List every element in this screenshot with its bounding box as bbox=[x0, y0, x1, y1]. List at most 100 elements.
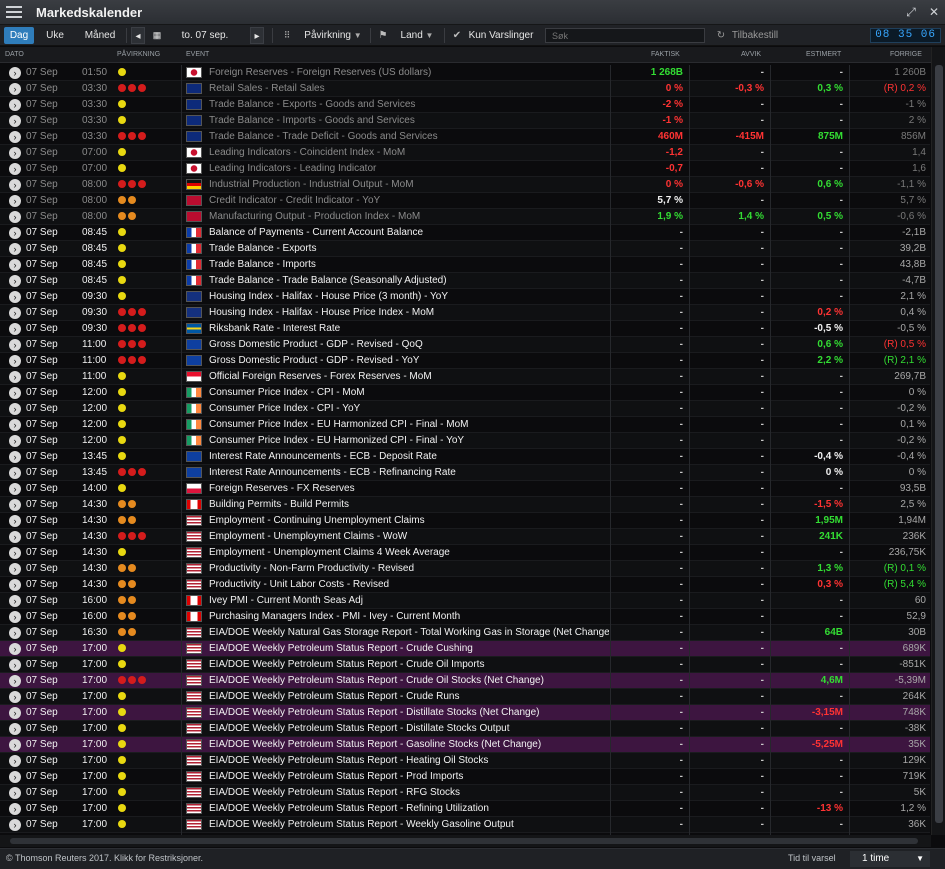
event-name[interactable]: EIA/DOE Weekly Petroleum Status Report -… bbox=[209, 787, 609, 799]
vertical-scrollbar[interactable] bbox=[931, 47, 945, 835]
table-row[interactable]: › 07 Sep 16:00 Purchasing Managers Index - … bbox=[0, 609, 930, 625]
table-row[interactable]: › 07 Sep 01:50 Foreign Reserves - Foreign R… bbox=[0, 65, 930, 81]
expand-arrow-icon[interactable]: › bbox=[9, 755, 21, 767]
event-name[interactable]: Riksbank Rate - Interest Rate bbox=[209, 323, 609, 335]
expand-arrow-icon[interactable]: › bbox=[9, 403, 21, 415]
expand-arrow-icon[interactable]: › bbox=[9, 67, 21, 79]
expand-arrow-icon[interactable]: › bbox=[9, 643, 21, 655]
event-name[interactable]: Trade Balance - Trade Deficit - Goods an… bbox=[209, 131, 609, 143]
table-row[interactable]: › 07 Sep 11:00 Official Foreign Reserves - … bbox=[0, 369, 930, 385]
event-name[interactable]: Balance of Payments - Current Account Ba… bbox=[209, 227, 609, 239]
table-row[interactable]: › 07 Sep 09:30 Housing Index - Halifax - Ho… bbox=[0, 305, 930, 321]
table-row[interactable]: › 07 Sep 09:30 Housing Index - Halifax - Ho… bbox=[0, 289, 930, 305]
tab-day[interactable]: Dag bbox=[4, 27, 34, 44]
table-row[interactable]: › 07 Sep 17:00 EIA/DOE Weekly Petroleum Sta… bbox=[0, 769, 930, 785]
event-name[interactable]: Building Permits - Build Permits bbox=[209, 499, 609, 511]
table-row[interactable]: › 07 Sep 17:00 EIA/DOE Weekly Petroleum Sta… bbox=[0, 689, 930, 705]
table-row[interactable]: › 07 Sep 08:45 Balance of Payments - Curren… bbox=[0, 225, 930, 241]
col-date[interactable]: DATO bbox=[5, 51, 24, 58]
reset-button[interactable]: Tilbakestill bbox=[730, 27, 780, 44]
table-row[interactable]: › 07 Sep 12:00 Consumer Price Index - CPI -… bbox=[0, 385, 930, 401]
col-event[interactable]: EVENT bbox=[186, 51, 209, 58]
event-name[interactable]: EIA/DOE Weekly Petroleum Status Report -… bbox=[209, 771, 609, 783]
expand-arrow-icon[interactable]: › bbox=[9, 563, 21, 575]
table-row[interactable]: › 07 Sep 13:45 Interest Rate Announcements … bbox=[0, 449, 930, 465]
event-name[interactable]: EIA/DOE Weekly Petroleum Status Report -… bbox=[209, 659, 609, 671]
expand-arrow-icon[interactable]: › bbox=[9, 275, 21, 287]
col-deviation[interactable]: AVVIK bbox=[741, 51, 761, 58]
tab-month[interactable]: Måned bbox=[78, 27, 122, 44]
table-row[interactable]: › 07 Sep 03:30 Trade Balance - Imports - Go… bbox=[0, 113, 930, 129]
event-name[interactable]: Consumer Price Index - CPI - MoM bbox=[209, 387, 609, 399]
col-estimate[interactable]: ESTIMERT bbox=[806, 51, 841, 58]
event-name[interactable]: Productivity - Unit Labor Costs - Revise… bbox=[209, 579, 609, 591]
expand-arrow-icon[interactable]: › bbox=[9, 259, 21, 271]
expand-arrow-icon[interactable]: › bbox=[9, 483, 21, 495]
expand-arrow-icon[interactable]: › bbox=[9, 307, 21, 319]
event-name[interactable]: EIA/DOE Weekly Natural Gas Storage Repor… bbox=[209, 627, 609, 639]
expand-arrow-icon[interactable]: › bbox=[9, 547, 21, 559]
event-name[interactable]: Interest Rate Announcements - ECB - Refi… bbox=[209, 467, 609, 479]
table-row[interactable]: › 07 Sep 12:00 Consumer Price Index - CPI -… bbox=[0, 401, 930, 417]
expand-arrow-icon[interactable]: › bbox=[9, 195, 21, 207]
expand-arrow-icon[interactable]: › bbox=[9, 595, 21, 607]
event-name[interactable]: EIA/DOE Weekly Petroleum Status Report -… bbox=[209, 675, 609, 687]
expand-arrow-icon[interactable]: › bbox=[9, 99, 21, 111]
expand-arrow-icon[interactable]: › bbox=[9, 531, 21, 543]
table-row[interactable]: › 07 Sep 08:45 Trade Balance - Trade Balanc… bbox=[0, 273, 930, 289]
prev-date-button[interactable]: ◂ bbox=[131, 27, 145, 44]
table-row[interactable]: › 07 Sep 09:30 Riksbank Rate - Interest Rat… bbox=[0, 321, 930, 337]
event-name[interactable]: Gross Domestic Product - GDP - Revised -… bbox=[209, 339, 609, 351]
expand-arrow-icon[interactable]: › bbox=[9, 787, 21, 799]
event-name[interactable]: Leading Indicators - Coincident Index - … bbox=[209, 147, 609, 159]
event-name[interactable]: Gross Domestic Product - GDP - Revised -… bbox=[209, 355, 609, 367]
table-row[interactable]: › 07 Sep 03:30 Trade Balance - Exports - Go… bbox=[0, 97, 930, 113]
expand-arrow-icon[interactable]: › bbox=[9, 675, 21, 687]
table-row[interactable]: › 07 Sep 17:00 EIA/DOE Weekly Petroleum Sta… bbox=[0, 753, 930, 769]
calendar-icon[interactable]: ▦ bbox=[150, 27, 164, 44]
expand-arrow-icon[interactable]: › bbox=[9, 83, 21, 95]
expand-arrow-icon[interactable]: › bbox=[9, 515, 21, 527]
table-row[interactable]: › 07 Sep 17:00 EIA/DOE Weekly Petroleum Sta… bbox=[0, 785, 930, 801]
country-dropdown[interactable]: Land ▼ bbox=[394, 27, 440, 44]
expand-arrow-icon[interactable]: › bbox=[9, 739, 21, 751]
table-row[interactable]: › 07 Sep 17:00 EIA/DOE Weekly Petroleum Sta… bbox=[0, 817, 930, 833]
expand-arrow-icon[interactable]: › bbox=[9, 387, 21, 399]
expand-arrow-icon[interactable]: › bbox=[9, 419, 21, 431]
table-row[interactable]: › 07 Sep 12:00 Consumer Price Index - EU Ha… bbox=[0, 417, 930, 433]
table-row[interactable]: › 07 Sep 08:45 Trade Balance - Imports - - - 43… bbox=[0, 257, 930, 273]
event-name[interactable]: Employment - Continuing Unemployment Cla… bbox=[209, 515, 609, 527]
date-display[interactable]: to. 07 sep. bbox=[170, 27, 240, 44]
expand-arrow-icon[interactable]: › bbox=[9, 499, 21, 511]
event-name[interactable]: EIA/DOE Weekly Petroleum Status Report -… bbox=[209, 643, 609, 655]
impact-dropdown[interactable]: Påvirkning ▼ bbox=[298, 27, 368, 44]
next-date-button[interactable]: ▸ bbox=[250, 27, 264, 44]
table-row[interactable]: › 07 Sep 17:00 EIA/DOE Weekly Petroleum Sta… bbox=[0, 657, 930, 673]
event-name[interactable]: Retail Sales - Retail Sales bbox=[209, 83, 609, 95]
table-row[interactable]: › 07 Sep 08:00 Manufacturing Output - Produ… bbox=[0, 209, 930, 225]
table-row[interactable]: › 07 Sep 11:00 Gross Domestic Product - GDP… bbox=[0, 337, 930, 353]
table-row[interactable]: › 07 Sep 17:00 EIA/DOE Weekly Petroleum Sta… bbox=[0, 721, 930, 737]
table-row[interactable]: › 07 Sep 17:00 EIA/DOE Weekly Petroleum Sta… bbox=[0, 801, 930, 817]
expand-arrow-icon[interactable]: › bbox=[9, 163, 21, 175]
alerts-only-toggle[interactable]: Kun Varslinger bbox=[466, 27, 536, 44]
event-name[interactable]: Housing Index - Halifax - House Price In… bbox=[209, 307, 609, 319]
event-name[interactable]: Consumer Price Index - EU Harmonized CPI… bbox=[209, 419, 609, 431]
table-row[interactable]: › 07 Sep 14:30 Productivity - Non-Farm Prod… bbox=[0, 561, 930, 577]
event-name[interactable]: EIA/DOE Weekly Petroleum Status Report -… bbox=[209, 691, 609, 703]
col-actual[interactable]: FAKTISK bbox=[651, 51, 680, 58]
expand-arrow-icon[interactable]: › bbox=[9, 723, 21, 735]
expand-arrow-icon[interactable]: › bbox=[9, 691, 21, 703]
table-row[interactable]: › 07 Sep 14:30 Employment - Unemployment Cl… bbox=[0, 545, 930, 561]
expand-arrow-icon[interactable]: › bbox=[9, 339, 21, 351]
table-row[interactable]: › 07 Sep 16:30 EIA/DOE Weekly Natural Gas S… bbox=[0, 625, 930, 641]
table-row[interactable]: › 07 Sep 13:45 Interest Rate Announcements … bbox=[0, 465, 930, 481]
event-name[interactable]: Official Foreign Reserves - Forex Reserv… bbox=[209, 371, 609, 383]
event-name[interactable]: EIA/DOE Weekly Petroleum Status Report -… bbox=[209, 755, 609, 767]
expand-arrow-icon[interactable]: › bbox=[9, 323, 21, 335]
event-name[interactable]: Credit Indicator - Credit Indicator - Yo… bbox=[209, 195, 609, 207]
expand-arrow-icon[interactable]: › bbox=[9, 179, 21, 191]
event-name[interactable]: Trade Balance - Imports bbox=[209, 259, 609, 271]
table-row[interactable]: › 07 Sep 08:00 Credit Indicator - Credit In… bbox=[0, 193, 930, 209]
expand-arrow-icon[interactable]: › bbox=[9, 227, 21, 239]
